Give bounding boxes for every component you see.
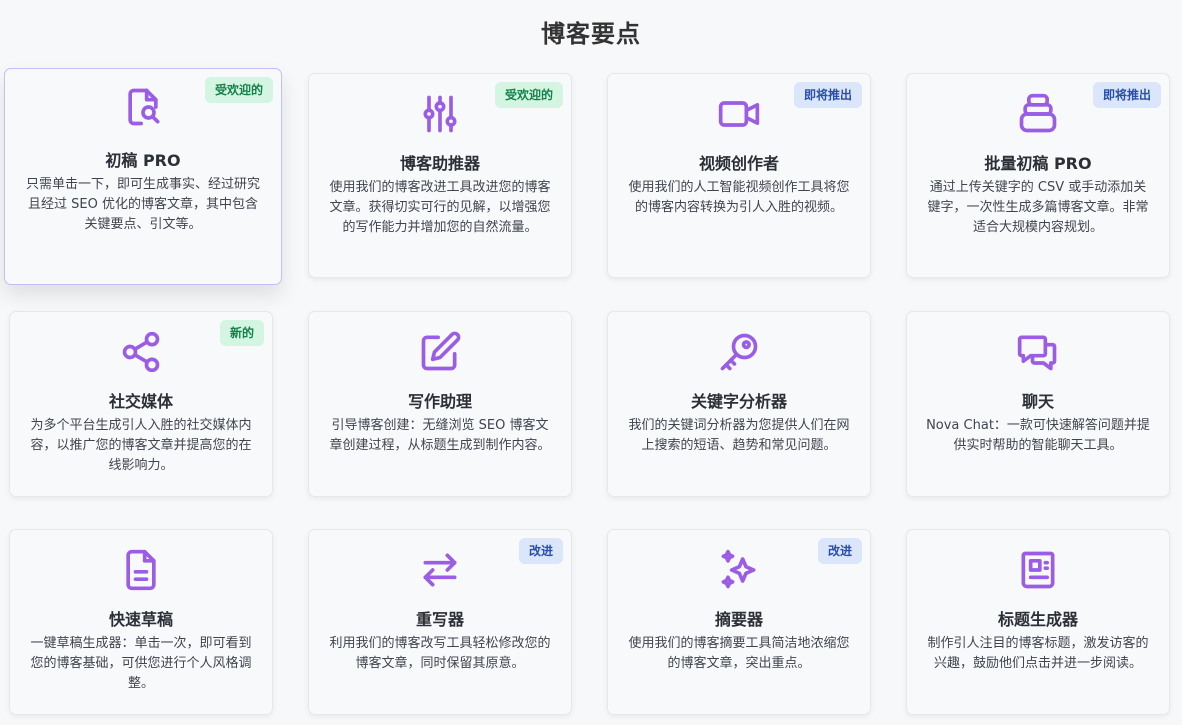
card-video-creator[interactable]: 即将推出 视频创作者 使用我们的人工智能视频创作工具将您的博客内容转换为引人入胜… xyxy=(607,73,871,278)
page: 博客要点 受欢迎的 初稿 PRO 只需单击一下，即可生成事实、经过研究且经过 S… xyxy=(0,0,1182,725)
edit-icon xyxy=(418,330,462,374)
card-social-media[interactable]: 新的 社交媒体 为多个平台生成引人入胜的社交媒体内容，以推广您的博客文章并提高您… xyxy=(9,311,273,497)
key-icon xyxy=(717,330,761,374)
card-title: 视频创作者 xyxy=(698,154,779,173)
arrows-swap-icon xyxy=(418,548,462,592)
card-description: 只需单击一下，即可生成事实、经过研究且经过 SEO 优化的博客文章，其中包含关键… xyxy=(25,177,260,232)
card-description: 使用我们的博客改进工具改进您的博客文章。获得切实可行的见解，以增强您的写作能力并… xyxy=(329,180,551,235)
badge-popular: 受欢迎的 xyxy=(204,77,273,103)
card-description: 我们的关键词分析器为您提供人们在网上搜索的短语、趋势和常见问题。 xyxy=(628,418,850,453)
card-title: 社交媒体 xyxy=(108,392,173,411)
document-text-icon xyxy=(119,548,163,592)
card-description: 引导博客创建：无缝浏览 SEO 博客文章创建过程，从标题生成到制作内容。 xyxy=(329,418,551,453)
card-batch-draft-pro[interactable]: 即将推出 批量初稿 PRO 通过上传关键字的 CSV 或手动添加关键字，一次性生… xyxy=(906,73,1170,278)
stack-icon xyxy=(1016,92,1060,136)
chat-bubbles-icon xyxy=(1016,330,1060,374)
sparkles-icon xyxy=(717,548,761,592)
page-title: 博客要点 xyxy=(541,20,641,48)
card-title: 批量初稿 PRO xyxy=(984,154,1092,173)
badge-popular: 受欢迎的 xyxy=(494,82,563,108)
card-title: 聊天 xyxy=(1021,392,1054,411)
card-title: 标题生成器 xyxy=(997,610,1078,629)
card-description: Nova Chat：一款可快速解答问题并提供实时帮助的智能聊天工具。 xyxy=(926,418,1150,453)
card-description: 使用我们的博客摘要工具简洁地浓缩您的博客文章，突出重点。 xyxy=(628,636,850,671)
badge-improved: 改进 xyxy=(518,538,563,564)
video-camera-icon xyxy=(717,92,761,136)
newspaper-icon xyxy=(1016,548,1060,592)
card-title: 初稿 PRO xyxy=(105,151,181,170)
card-title: 重写器 xyxy=(415,610,464,629)
card-chat[interactable]: 聊天 Nova Chat：一款可快速解答问题并提供实时帮助的智能聊天工具。 xyxy=(906,311,1170,497)
card-quick-draft[interactable]: 快速草稿 一键草稿生成器：单击一次，即可看到您的博客基础，可供您进行个人风格调整… xyxy=(9,529,273,715)
card-summarizer[interactable]: 改进 摘要器 使用我们的博客摘要工具简洁地浓缩您的博客文章，突出重点。 xyxy=(607,529,871,715)
badge-coming-soon: 即将推出 xyxy=(1092,82,1161,108)
card-keyword-analyzer[interactable]: 关键字分析器 我们的关键词分析器为您提供人们在网上搜索的短语、趋势和常见问题。 xyxy=(607,311,871,497)
card-description: 使用我们的人工智能视频创作工具将您的博客内容转换为引人入胜的视频。 xyxy=(628,180,850,215)
document-search-icon xyxy=(121,85,165,129)
card-description: 为多个平台生成引人入胜的社交媒体内容，以推广您的博客文章并提高您的在线影响力。 xyxy=(30,418,252,473)
card-blog-booster[interactable]: 受欢迎的 博客助推器 使用我们的博客改进工具改进您的博客文章。获得切实可行的见解… xyxy=(308,73,572,278)
badge-coming-soon: 即将推出 xyxy=(793,82,862,108)
card-title: 写作助理 xyxy=(407,392,472,411)
card-description: 利用我们的博客改写工具轻松修改您的博客文章，同时保留其原意。 xyxy=(329,636,551,671)
badge-new: 新的 xyxy=(219,320,264,346)
card-title: 博客助推器 xyxy=(399,154,480,173)
card-description: 一键草稿生成器：单击一次，即可看到您的博客基础，可供您进行个人风格调整。 xyxy=(30,636,252,691)
card-title: 快速草稿 xyxy=(108,610,173,629)
card-description: 制作引人注目的博客标题，激发访客的兴趣，鼓励他们点击并进一步阅读。 xyxy=(927,636,1149,671)
card-writing-assistant[interactable]: 写作助理 引导博客创建：无缝浏览 SEO 博客文章创建过程，从标题生成到制作内容… xyxy=(308,311,572,497)
badge-improved: 改进 xyxy=(817,538,862,564)
card-first-draft-pro[interactable]: 受欢迎的 初稿 PRO 只需单击一下，即可生成事实、经过研究且经过 SEO 优化… xyxy=(4,68,282,285)
card-description: 通过上传关键字的 CSV 或手动添加关键字，一次性生成多篇博客文章。非常适合大规… xyxy=(927,180,1149,235)
card-title: 关键字分析器 xyxy=(690,392,787,411)
sliders-icon xyxy=(418,92,462,136)
card-rewriter[interactable]: 改进 重写器 利用我们的博客改写工具轻松修改您的博客文章，同时保留其原意。 xyxy=(308,529,572,715)
share-icon xyxy=(119,330,163,374)
card-title-generator[interactable]: 标题生成器 制作引人注目的博客标题，激发访客的兴趣，鼓励他们点击并进一步阅读。 xyxy=(906,529,1170,715)
card-title: 摘要器 xyxy=(714,610,763,629)
